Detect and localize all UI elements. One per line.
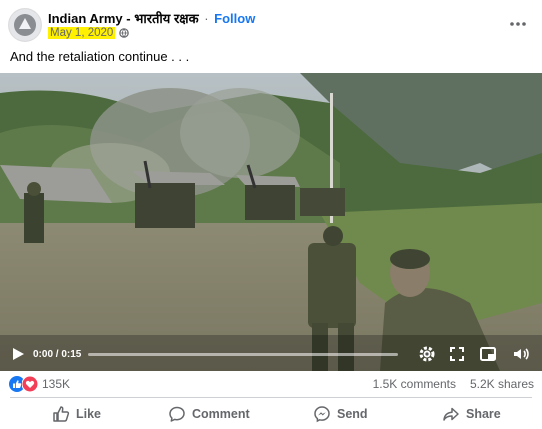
post-date[interactable]: May 1, 2020 — [48, 27, 116, 39]
comment-label: Comment — [192, 407, 250, 421]
play-icon[interactable] — [9, 345, 27, 363]
separator-dot: · — [204, 11, 209, 26]
facebook-post: Indian Army - भारतीय रक्षक · Follow May … — [0, 0, 542, 429]
share-arrow-icon — [443, 407, 459, 421]
picture-in-picture-icon[interactable] — [479, 345, 497, 363]
share-button[interactable]: Share — [442, 400, 501, 428]
divider — [10, 397, 532, 398]
settings-gear-icon[interactable] — [418, 345, 436, 363]
comment-bubble-icon — [169, 406, 185, 422]
post-stats: 135K 1.5K comments 5.2K shares — [0, 373, 542, 395]
like-button[interactable]: Like — [52, 400, 101, 428]
video-player[interactable]: 0:00 / 0:15 — [0, 73, 542, 371]
public-globe-icon — [119, 28, 130, 38]
follow-button[interactable]: Follow — [214, 11, 255, 26]
page-name-row: Indian Army - भारतीय रक्षक · Follow — [48, 9, 255, 27]
share-label: Share — [466, 407, 501, 421]
shares-count[interactable]: 5.2K shares — [470, 377, 534, 391]
comment-button[interactable]: Comment — [168, 400, 250, 428]
video-time: 0:00 / 0:15 — [33, 349, 82, 360]
page-name[interactable]: Indian Army - भारतीय रक्षक — [48, 11, 199, 26]
post-meta: May 1, 2020 — [48, 27, 130, 39]
page-avatar[interactable] — [8, 8, 42, 42]
reactions[interactable]: 135K — [9, 376, 70, 392]
volume-icon[interactable] — [512, 345, 530, 363]
action-bar: Like Comment Send Share — [0, 400, 542, 428]
video-frame — [0, 73, 542, 371]
send-button[interactable]: Send — [313, 400, 368, 428]
progress-track[interactable] — [88, 353, 398, 356]
love-reaction-icon — [22, 376, 38, 392]
like-label: Like — [76, 407, 102, 421]
messenger-icon — [314, 406, 330, 423]
more-options-icon[interactable] — [506, 12, 530, 36]
reactions-count: 135K — [42, 377, 71, 391]
post-caption: And the retaliation continue . . . — [10, 49, 190, 64]
thumbs-up-icon — [53, 406, 70, 422]
send-label: Send — [337, 407, 368, 421]
fullscreen-icon[interactable] — [448, 345, 466, 363]
comments-count[interactable]: 1.5K comments — [373, 377, 456, 391]
post-header: Indian Army - भारतीय रक्षक · Follow May … — [8, 8, 534, 44]
